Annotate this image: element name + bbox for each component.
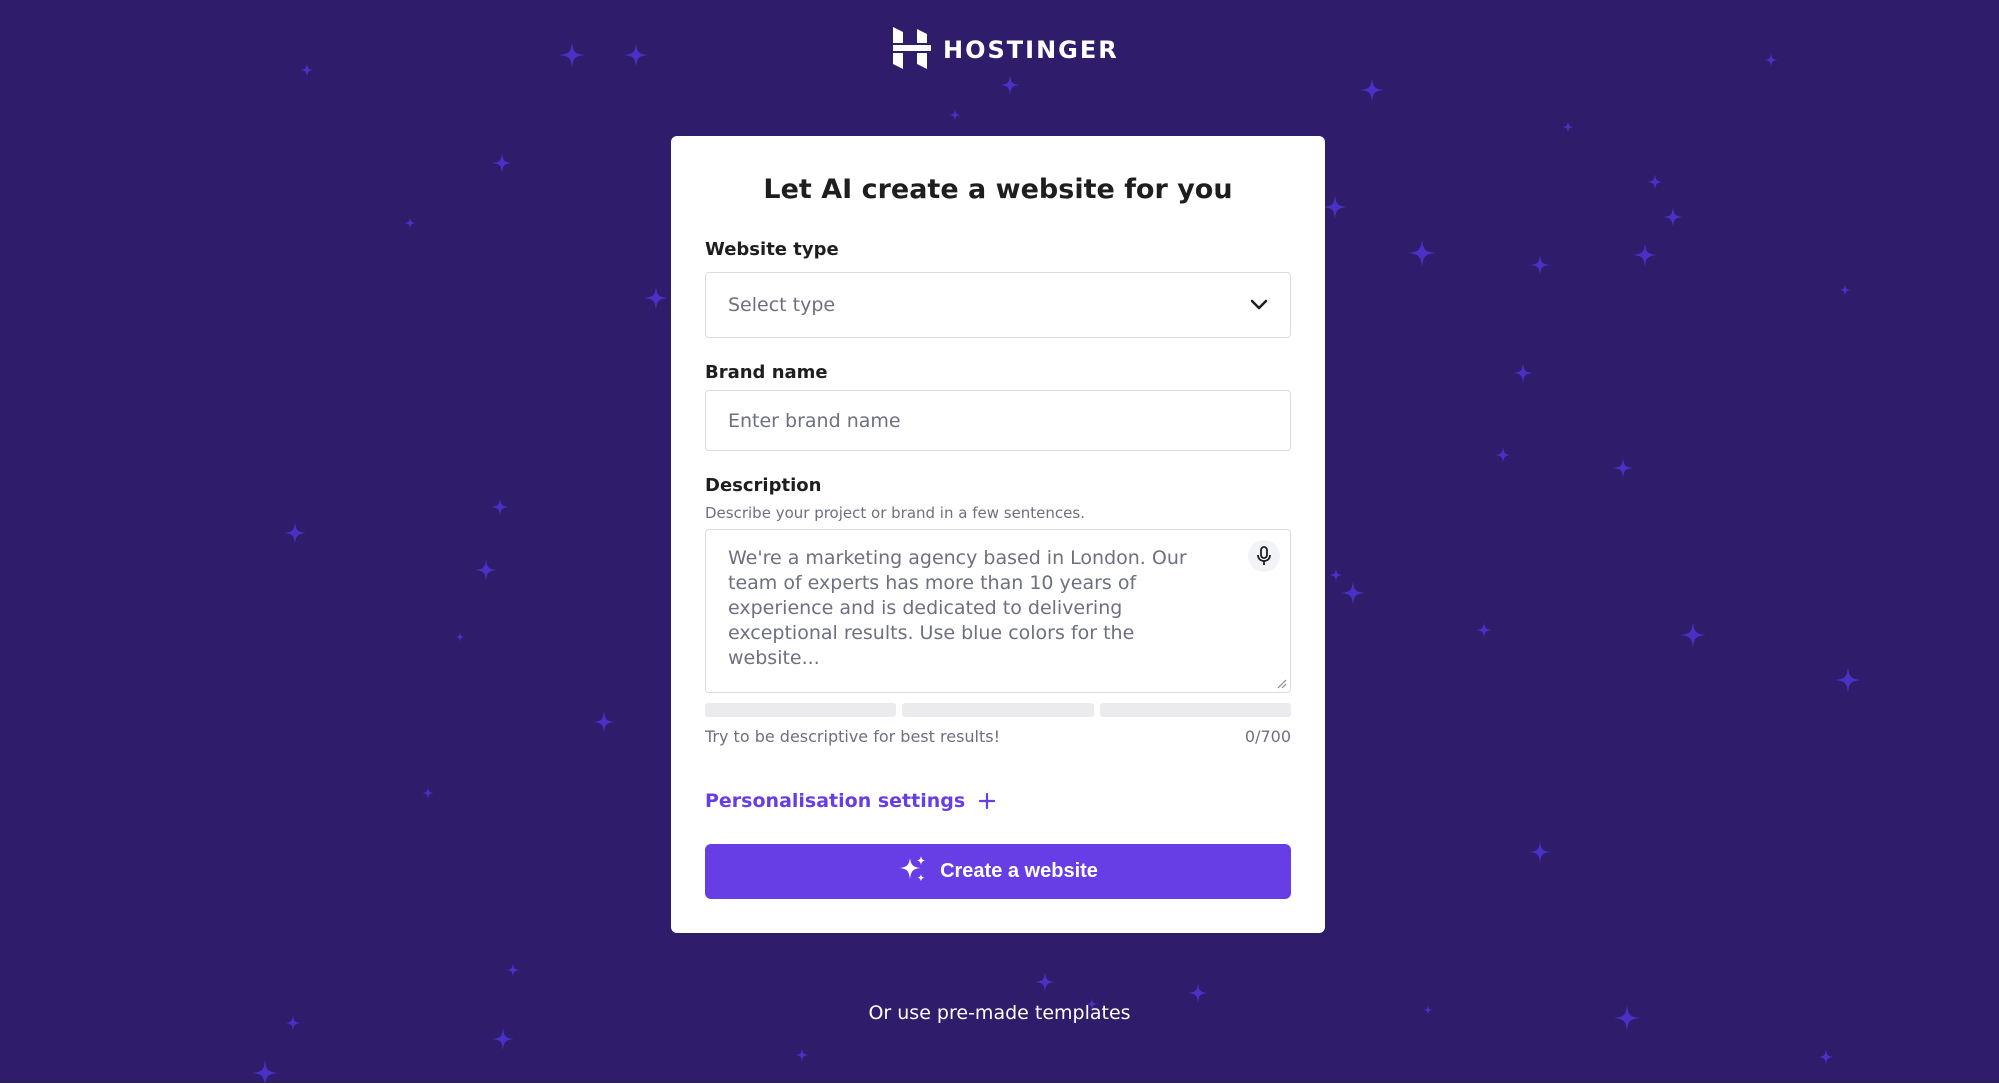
strength-segment: [705, 703, 897, 717]
personalisation-settings-toggle[interactable]: Personalisation settings: [705, 788, 996, 814]
brand-name-input[interactable]: Enter brand name: [705, 390, 1291, 451]
website-type-placeholder: Select type: [728, 294, 836, 316]
brand-name-label: Brand name: [705, 362, 828, 383]
strength-segment: [1099, 703, 1291, 717]
description-strength-bar: [705, 703, 1291, 717]
website-type-label: Website type: [705, 239, 839, 260]
chevron-down-icon: [1250, 294, 1268, 316]
sparkles-icon: [898, 854, 928, 890]
character-counter: 0/700: [1244, 727, 1291, 746]
plus-icon: [979, 788, 996, 814]
description-placeholder: We're a marketing agency based in London…: [728, 547, 1187, 669]
website-type-select[interactable]: Select type: [705, 272, 1291, 338]
create-website-label: Create a website: [940, 860, 1098, 882]
description-footer: Try to be descriptive for best results! …: [705, 727, 1291, 746]
hostinger-logo[interactable]: HOSTINGER: [893, 27, 1119, 73]
microphone-icon[interactable]: [1248, 540, 1280, 572]
brand-name-placeholder: Enter brand name: [728, 409, 901, 432]
premade-templates-link[interactable]: Or use pre-made templates: [0, 1002, 1999, 1024]
description-helper: Try to be descriptive for best results!: [705, 727, 1001, 746]
description-hint: Describe your project or brand in a few …: [705, 504, 1085, 522]
personalisation-label: Personalisation settings: [705, 790, 966, 812]
card-title: Let AI create a website for you: [763, 174, 1233, 205]
description-label: Description: [705, 475, 822, 496]
strength-segment: [902, 703, 1094, 717]
create-website-button[interactable]: Create a website: [705, 844, 1291, 899]
description-textarea[interactable]: We're a marketing agency based in London…: [705, 529, 1291, 693]
resize-handle-icon[interactable]: [1275, 677, 1287, 689]
ai-website-form-card: Let AI create a website for you Website …: [671, 136, 1325, 933]
brand-name: HOSTINGER: [943, 36, 1119, 64]
hostinger-h-logo-icon: [893, 27, 931, 73]
